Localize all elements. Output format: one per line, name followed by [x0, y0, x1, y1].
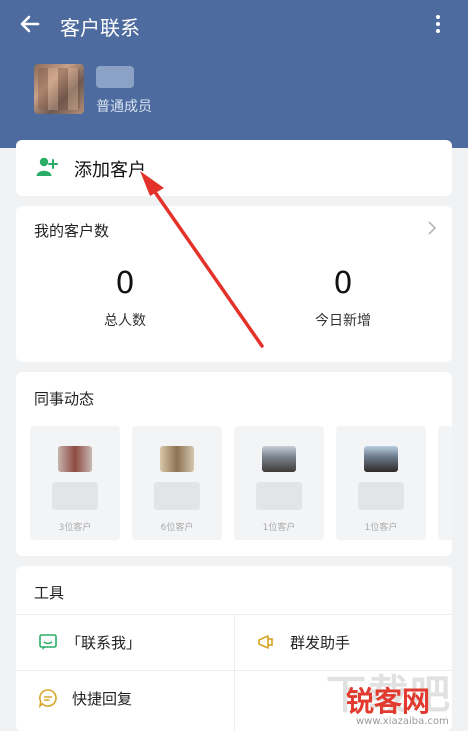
- more-options-icon[interactable]: [428, 12, 448, 38]
- colleague-item[interactable]: 6位客户: [132, 426, 222, 540]
- colleague-item[interactable]: 1位客户: [234, 426, 324, 540]
- tool-quick-reply-label: 快捷回复: [72, 690, 133, 708]
- watermark-site: 锐客网: [346, 685, 431, 718]
- colleague-item-partial[interactable]: [438, 426, 452, 540]
- top-bar: 客户联系: [0, 0, 468, 54]
- colleague-avatar: [160, 446, 194, 472]
- tools-title: 工具: [34, 584, 65, 602]
- divider: [234, 614, 235, 731]
- add-customer-label: 添加客户: [74, 160, 146, 181]
- avatar-blur: [38, 68, 80, 110]
- total-count-label: 总人数: [104, 313, 146, 329]
- colleague-avatar: [364, 446, 398, 472]
- tool-mass-message-label: 群发助手: [290, 634, 351, 652]
- colleague-feed-title: 同事动态: [34, 390, 95, 408]
- colleague-item[interactable]: 3位客户: [30, 426, 120, 540]
- colleague-name-blurred: [52, 482, 98, 510]
- colleague-customer-count: 6位客户: [160, 523, 194, 533]
- colleague-avatar: [58, 446, 92, 472]
- total-count-value: 0: [115, 266, 135, 301]
- colleague-customer-count: 1位客户: [262, 523, 296, 533]
- customer-count-title: 我的客户数: [34, 222, 110, 240]
- colleague-feed-card: 同事动态 3位客户 6位客户 1位客户 1位客户: [16, 372, 452, 556]
- colleague-item[interactable]: 1位客户: [336, 426, 426, 540]
- watermark-url: www.xiazaiba.com: [356, 716, 449, 727]
- contact-me-icon: [39, 634, 57, 650]
- today-new-label: 今日新增: [315, 313, 371, 329]
- chevron-right-icon[interactable]: [426, 220, 438, 236]
- header-bar: 客户联系 普通成员: [0, 0, 468, 148]
- megaphone-icon: [258, 635, 273, 649]
- member-role: 普通成员: [96, 99, 152, 115]
- add-customer-button[interactable]: 添加客户: [16, 140, 452, 196]
- colleague-name-blurred: [256, 482, 302, 510]
- quick-reply-icon: [38, 689, 57, 708]
- watermark: 下载吧 锐客网 www.xiazaiba.com: [326, 662, 466, 730]
- colleague-name-blurred: [154, 482, 200, 510]
- colleague-customer-count: 1位客户: [364, 523, 398, 533]
- username-blurred: [96, 66, 134, 88]
- customer-count-card[interactable]: 我的客户数 0 总人数 0 今日新增: [16, 206, 452, 362]
- page-title: 客户联系: [60, 16, 140, 40]
- colleague-name-blurred: [358, 482, 404, 510]
- today-new-value: 0: [333, 266, 353, 301]
- colleague-customer-count: 3位客户: [58, 523, 92, 533]
- back-arrow-icon[interactable]: [16, 10, 44, 38]
- add-person-icon: [36, 157, 58, 176]
- colleague-avatar: [262, 446, 296, 472]
- tool-contact-me-label: 「联系我」: [66, 634, 142, 652]
